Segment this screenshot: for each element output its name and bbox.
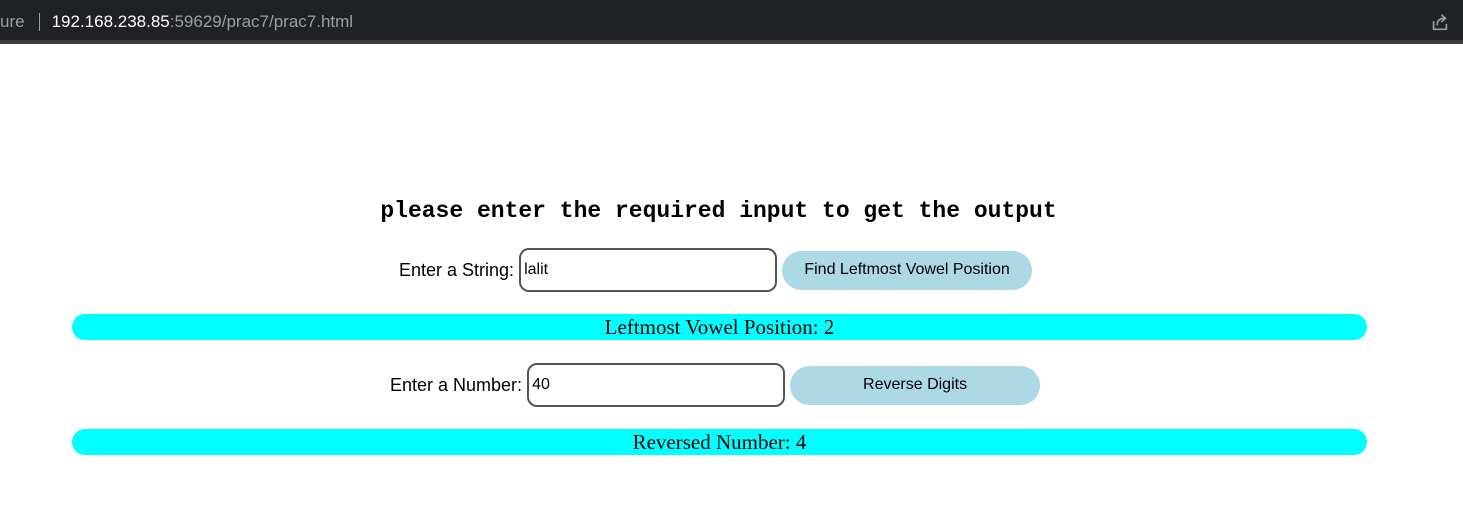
number-input[interactable] (527, 363, 786, 407)
number-input-label: Enter a Number: (390, 374, 523, 395)
page-heading: please enter the required input to get t… (380, 198, 1057, 224)
find-vowel-button[interactable]: Find Leftmost Vowel Position (782, 250, 1033, 290)
url-host: 192.168.238.85 (51, 12, 170, 31)
address-divider (38, 13, 40, 31)
string-input-label: Enter a String: (399, 259, 515, 280)
security-indicator[interactable]: ure (0, 12, 25, 32)
vowel-result: Leftmost Vowel Position: 2 (72, 314, 1367, 340)
page-content: please enter the required input to get t… (0, 48, 1463, 527)
url-path: :59629/prac7/prac7.html (169, 12, 354, 31)
share-icon[interactable] (1429, 11, 1451, 33)
reverse-digits-button[interactable]: Reverse Digits (790, 365, 1041, 405)
browser-toolbar: ure 192.168.238.85:59629/prac7/prac7.htm… (0, 0, 1463, 44)
string-form: Enter a String: Find Leftmost Vowel Posi… (399, 248, 1033, 292)
number-form: Enter a Number: Reverse Digits (390, 363, 1041, 407)
reverse-result: Reversed Number: 4 (72, 429, 1367, 455)
string-input[interactable] (519, 248, 778, 292)
address-bar[interactable]: ure 192.168.238.85:59629/prac7/prac7.htm… (0, 11, 353, 33)
